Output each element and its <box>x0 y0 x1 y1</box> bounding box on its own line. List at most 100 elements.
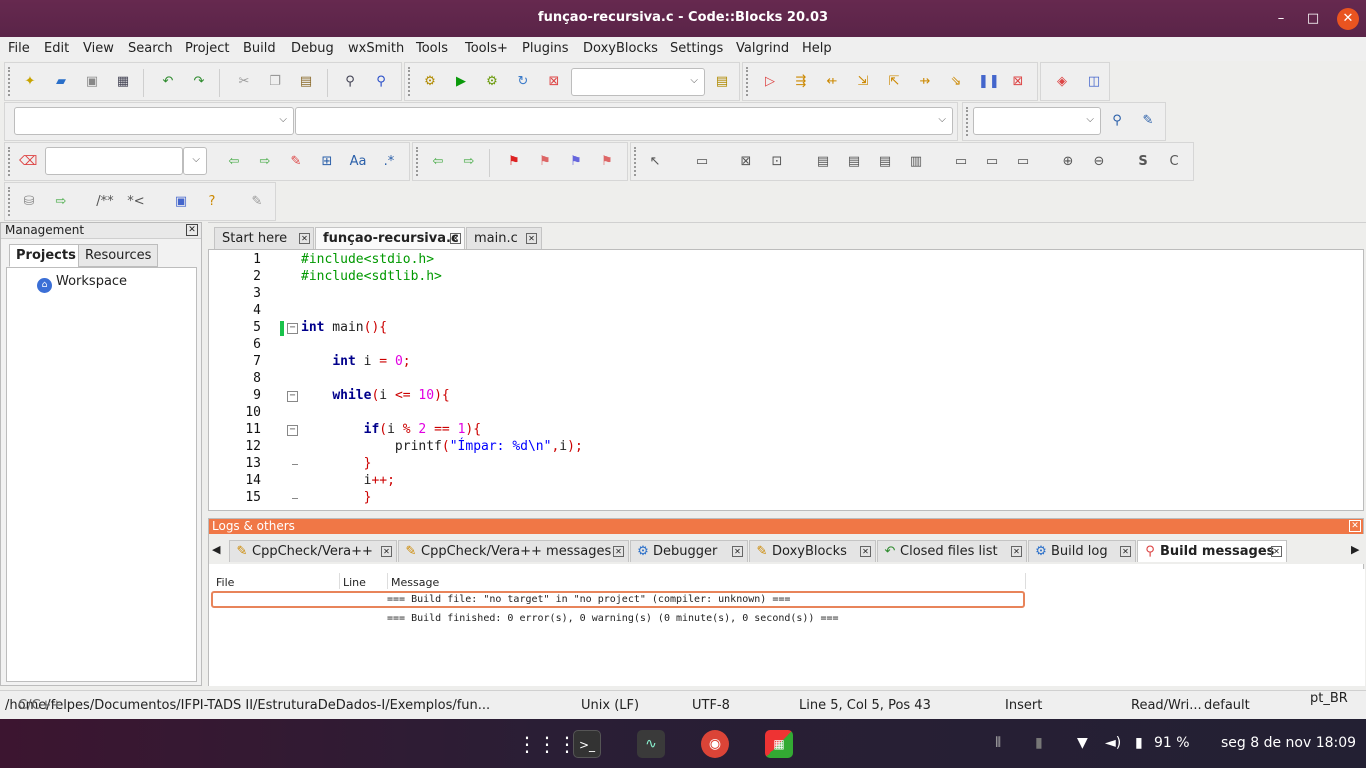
menu-help[interactable]: Help <box>802 41 832 56</box>
jump-forward-icon[interactable]: ⇨ <box>460 153 478 171</box>
save-icon[interactable]: ▣ <box>83 73 101 91</box>
close-icon[interactable]: ✕ <box>450 233 461 244</box>
tab-cppcheck[interactable]: ✎ CppCheck/Vera++ ✕ <box>229 540 397 562</box>
tab-projects[interactable]: Projects <box>9 244 83 267</box>
zoom-in-icon[interactable]: ⊕ <box>1059 153 1077 171</box>
column-header-line[interactable]: Line <box>343 576 366 589</box>
debug-start-icon[interactable]: ▷ <box>761 73 779 91</box>
table-row[interactable]: === Build file: "no target" in "no proje… <box>387 594 790 605</box>
toolbar-grip[interactable] <box>8 187 12 216</box>
code-editor[interactable]: 1 2 3 4 5 6 7 8 9 10 11 12 13 14 15 − − … <box>208 249 1364 511</box>
function-select[interactable]: ⌵ <box>295 107 953 135</box>
fold-toggle[interactable]: − <box>287 391 298 402</box>
debugging-windows-icon[interactable]: ◈ <box>1053 73 1071 91</box>
menu-file[interactable]: File <box>8 41 30 56</box>
expand-icon[interactable]: ▥ <box>907 153 925 171</box>
build-icon[interactable]: ⚙ <box>421 73 439 91</box>
tab-main-c[interactable]: main.c ✕ <box>466 227 542 249</box>
selected-text-only-icon[interactable]: ⊞ <box>318 153 336 171</box>
scope-select[interactable]: ⌵ <box>14 107 294 135</box>
quick-search-dropdown[interactable]: ⌵ <box>183 147 207 175</box>
border-left-icon[interactable]: ▭ <box>952 153 970 171</box>
align-bottom-icon[interactable]: ▤ <box>876 153 894 171</box>
sizer-icon[interactable]: ⊠ <box>737 153 755 171</box>
undo-icon[interactable]: ↶ <box>159 73 177 91</box>
chrome-icon[interactable]: ◉ <box>701 730 729 758</box>
column-header-message[interactable]: Message <box>391 576 439 589</box>
battery-level[interactable]: 91 % <box>1154 735 1190 751</box>
toolbar-grip[interactable] <box>634 147 638 176</box>
menu-build[interactable]: Build <box>243 41 276 56</box>
show-target-dialog-icon[interactable]: ▤ <box>713 73 731 91</box>
menu-wxsmith[interactable]: wxSmith <box>348 41 404 56</box>
fold-toggle[interactable]: − <box>287 323 298 334</box>
next-line-icon[interactable]: ⇷ <box>823 73 841 91</box>
wrench-icon[interactable]: ✎ <box>1139 112 1157 130</box>
toolbar-grip[interactable] <box>8 147 12 176</box>
menu-debug[interactable]: Debug <box>291 41 334 56</box>
menu-edit[interactable]: Edit <box>44 41 69 56</box>
symbol-search-select[interactable]: ⌵ <box>973 107 1101 135</box>
doxyblocks-settings-icon[interactable]: ✎ <box>248 193 266 211</box>
toolbar-grip[interactable] <box>966 107 970 136</box>
debug-info-icon[interactable]: ◫ <box>1085 73 1103 91</box>
toolbar-grip[interactable] <box>408 67 412 96</box>
maximize-button[interactable]: □ <box>1302 8 1324 30</box>
next-bookmark-icon[interactable]: ⚑ <box>567 153 585 171</box>
next-instruction-icon[interactable]: ⇸ <box>916 73 934 91</box>
menu-project[interactable]: Project <box>185 41 229 56</box>
menu-plugins[interactable]: Plugins <box>522 41 569 56</box>
doxywizard-icon[interactable]: ⛁ <box>20 193 38 211</box>
column-header-file[interactable]: File <box>216 576 234 589</box>
border-right-icon[interactable]: ▭ <box>983 153 1001 171</box>
open-file-icon[interactable]: ▰ <box>52 73 70 91</box>
pointer-icon[interactable]: ↖ <box>646 153 664 171</box>
menu-tools-plus[interactable]: Tools+ <box>465 41 508 56</box>
run-chm-icon[interactable]: ? <box>203 193 221 211</box>
close-icon[interactable]: ✕ <box>1011 546 1022 557</box>
widget-box-icon[interactable]: ▭ <box>693 153 711 171</box>
scroll-left-icon[interactable]: ◀ <box>212 543 220 556</box>
toolbar-grip[interactable] <box>746 67 750 96</box>
run-html-icon[interactable]: ▣ <box>172 193 190 211</box>
column-divider[interactable] <box>339 573 340 589</box>
build-and-run-icon[interactable]: ⚙ <box>483 73 501 91</box>
close-icon[interactable]: ✕ <box>381 546 392 557</box>
quick-search-input[interactable] <box>45 147 183 175</box>
copy-icon[interactable]: ❐ <box>266 73 284 91</box>
menu-doxyblocks[interactable]: DoxyBlocks <box>583 41 658 56</box>
extract-docs-icon[interactable]: ⇨ <box>52 193 70 211</box>
pause-icon[interactable]: ❚❚ <box>978 73 1000 91</box>
apps-grid-icon[interactable]: ⋮⋮⋮ <box>517 730 577 758</box>
volume-icon[interactable]: ◄) <box>1105 735 1121 751</box>
stop-debugger-icon[interactable]: ⊠ <box>1009 73 1027 91</box>
minimize-button[interactable]: – <box>1270 8 1292 30</box>
tab-start-here[interactable]: Start here ✕ <box>214 227 314 249</box>
align-middle-icon[interactable]: ▤ <box>845 153 863 171</box>
tab-funcao-recursiva[interactable]: funçao-recursiva.c ✕ <box>315 227 465 249</box>
codeblocks-icon[interactable]: ▦ <box>765 730 793 758</box>
tree-node-workspace[interactable]: ⌂ Workspace <box>37 274 127 293</box>
tab-cppcheck-messages[interactable]: ✎ CppCheck/Vera++ messages ✕ <box>398 540 629 562</box>
close-icon[interactable]: ✕ <box>526 233 537 244</box>
tray-icon[interactable]: ▮ <box>1035 735 1043 751</box>
terminal-icon[interactable]: >_ <box>573 730 601 758</box>
step-into-instruction-icon[interactable]: ⇘ <box>947 73 965 91</box>
step-out-icon[interactable]: ⇱ <box>885 73 903 91</box>
regex-icon[interactable]: .* <box>380 153 398 171</box>
jump-back-icon[interactable]: ⇦ <box>429 153 447 171</box>
column-divider[interactable] <box>387 573 388 589</box>
column-divider[interactable] <box>1025 573 1026 589</box>
close-button[interactable]: ✕ <box>1337 8 1359 30</box>
close-icon[interactable]: ✕ <box>1271 546 1282 557</box>
menu-valgrind[interactable]: Valgrind <box>736 41 789 56</box>
screencast-icon[interactable]: ⦀ <box>995 735 1001 751</box>
new-file-icon[interactable]: ✦ <box>21 73 39 91</box>
battery-icon[interactable]: ▮ <box>1135 735 1143 751</box>
close-icon[interactable]: ✕ <box>613 546 624 557</box>
menu-view[interactable]: View <box>83 41 114 56</box>
close-icon[interactable]: ✕ <box>299 233 310 244</box>
close-icon[interactable]: ✕ <box>1120 546 1131 557</box>
close-icon[interactable]: ✕ <box>732 546 743 557</box>
tab-debugger[interactable]: ⚙ Debugger ✕ <box>630 540 748 562</box>
